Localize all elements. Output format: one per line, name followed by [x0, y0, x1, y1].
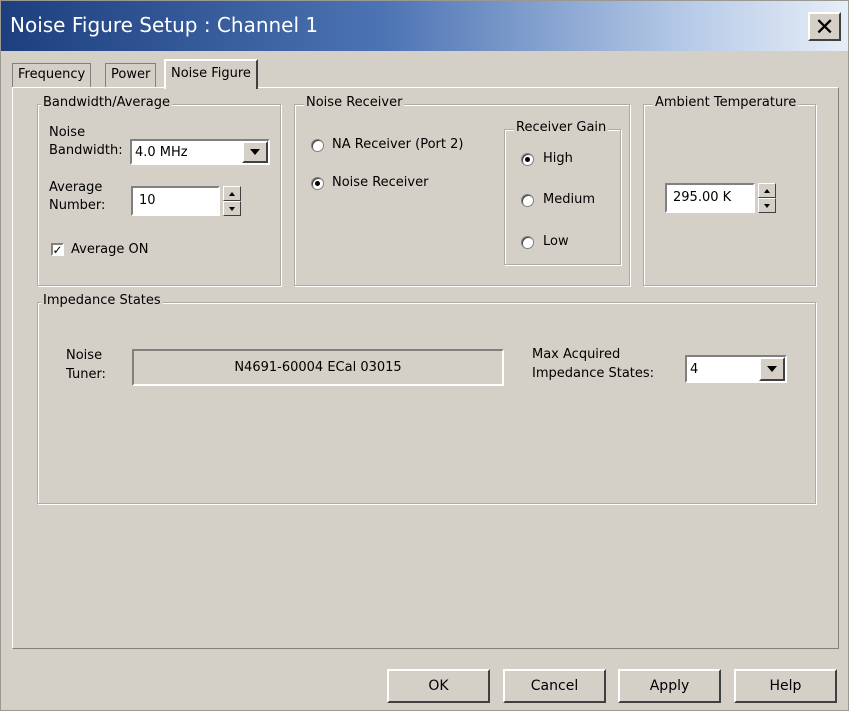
spin-up-icon	[764, 188, 770, 193]
spin-down-icon	[229, 206, 235, 211]
max-impedance-states-value: 4	[690, 362, 699, 377]
ok-button-label: OK	[428, 678, 449, 694]
ambient-temperature-legend: Ambient Temperature	[653, 95, 799, 110]
spin-up-icon	[229, 191, 235, 196]
apply-button[interactable]: Apply	[618, 669, 721, 703]
spin-down-icon	[764, 203, 770, 208]
ambient-temperature-spin-down[interactable]	[758, 198, 776, 213]
noise-tuner-label-line1: Noise	[66, 348, 103, 363]
noise-figure-setup-dialog: Noise Figure Setup : Channel 1 ✕ Frequen…	[0, 0, 849, 711]
tab-noise-figure-label: Noise Figure	[171, 66, 251, 81]
max-impedance-states-label-line2: Impedance States:	[532, 366, 655, 381]
title-bar[interactable]: Noise Figure Setup : Channel 1 ✕	[1, 1, 848, 51]
gain-low-radio[interactable]	[521, 236, 534, 249]
gain-medium-label: Medium	[543, 192, 595, 207]
chevron-down-icon	[767, 366, 777, 372]
average-number-label-line2: Number:	[49, 198, 106, 213]
average-number-value: 10	[139, 193, 156, 208]
average-number-spin-up[interactable]	[223, 186, 241, 201]
impedance-states-legend: Impedance States	[41, 293, 163, 308]
tab-frequency-label: Frequency	[18, 67, 86, 82]
impedance-states-group: Impedance States	[37, 293, 816, 504]
close-button[interactable]: ✕	[808, 12, 841, 41]
noise-receiver-label: Noise Receiver	[332, 175, 429, 190]
average-number-input[interactable]: 10	[131, 186, 220, 216]
noise-bandwidth-dropdown[interactable]: 4.0 MHz	[130, 139, 270, 165]
average-on-label: Average ON	[71, 242, 149, 257]
max-impedance-states-label-line1: Max Acquired	[532, 347, 621, 362]
gain-high-label: High	[543, 151, 573, 166]
ok-button[interactable]: OK	[387, 669, 490, 703]
noise-bandwidth-label-line2: Bandwidth:	[49, 143, 123, 158]
noise-tuner-value: N4691-60004 ECal 03015	[234, 360, 402, 375]
average-number-spinner	[223, 186, 241, 216]
apply-button-label: Apply	[649, 678, 690, 694]
gain-medium-radio[interactable]	[521, 194, 534, 207]
noise-bandwidth-label-line1: Noise	[49, 125, 86, 140]
help-button-label: Help	[769, 678, 802, 694]
cancel-button[interactable]: Cancel	[503, 669, 606, 703]
noise-bandwidth-value: 4.0 MHz	[135, 145, 188, 160]
checkmark-icon: ✓	[52, 242, 63, 257]
noise-tuner-display: N4691-60004 ECal 03015	[132, 349, 504, 386]
tab-noise-figure[interactable]: Noise Figure	[164, 59, 258, 89]
receiver-gain-legend: Receiver Gain	[514, 120, 609, 135]
cancel-button-label: Cancel	[530, 678, 579, 694]
gain-low-label: Low	[543, 234, 569, 249]
ambient-temperature-spinner	[758, 183, 776, 213]
average-number-label-line1: Average	[49, 180, 103, 195]
ambient-temperature-input[interactable]: 295.00 K	[665, 183, 755, 213]
bandwidth-average-legend: Bandwidth/Average	[41, 95, 172, 110]
max-impedance-states-dropdown[interactable]: 4	[685, 355, 787, 383]
ambient-temperature-value: 295.00 K	[673, 190, 732, 205]
noise-receiver-legend: Noise Receiver	[304, 95, 405, 110]
average-number-spin-down[interactable]	[223, 201, 241, 216]
na-receiver-radio[interactable]	[311, 139, 324, 152]
chevron-down-icon	[250, 149, 260, 155]
gain-high-radio[interactable]	[521, 153, 534, 166]
max-impedance-states-dropdown-button[interactable]	[759, 357, 785, 381]
average-on-checkbox[interactable]: ✓	[51, 243, 64, 256]
help-button[interactable]: Help	[734, 669, 837, 703]
noise-receiver-radio[interactable]	[311, 177, 324, 190]
close-icon: ✕	[814, 12, 835, 41]
ambient-temperature-spin-up[interactable]	[758, 183, 776, 198]
noise-bandwidth-dropdown-button[interactable]	[242, 141, 268, 163]
tab-frequency[interactable]: Frequency	[12, 63, 92, 88]
dialog-title: Noise Figure Setup : Channel 1	[10, 13, 319, 37]
na-receiver-label: NA Receiver (Port 2)	[332, 137, 464, 152]
noise-tuner-label-line2: Tuner:	[66, 367, 106, 382]
tab-power[interactable]: Power	[105, 63, 157, 88]
tab-power-label: Power	[111, 67, 151, 82]
